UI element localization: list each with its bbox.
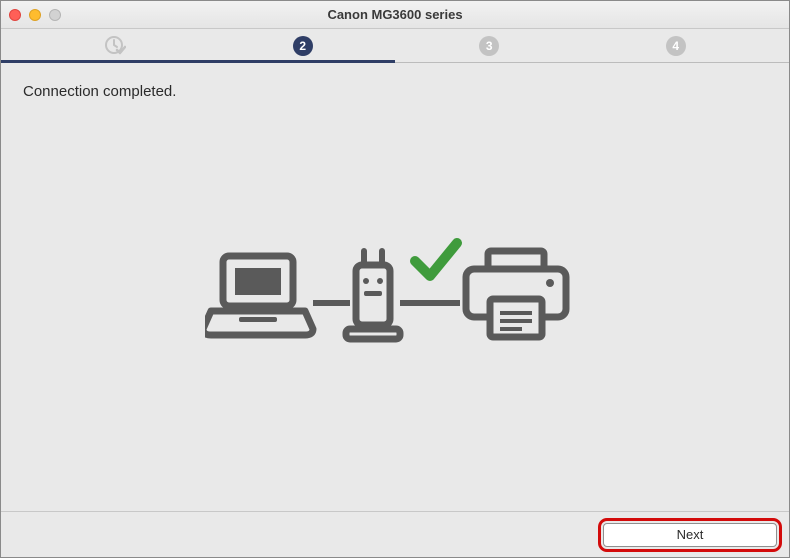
printer-icon <box>466 251 566 337</box>
window-title: Canon MG3600 series <box>1 7 789 22</box>
checkmark-icon <box>415 243 457 276</box>
step-2-current: 2 <box>293 36 313 56</box>
step-4-future: 4 <box>666 36 686 56</box>
next-button[interactable]: Next <box>603 523 777 547</box>
step-indicator: 2 3 4 <box>1 29 789 63</box>
installer-window: Canon MG3600 series 2 3 4 Connection com… <box>0 0 790 558</box>
status-text: Connection completed. <box>23 83 767 100</box>
maximize-icon <box>49 9 61 21</box>
window-controls <box>9 9 61 21</box>
step-4-label: 4 <box>672 39 679 53</box>
close-icon[interactable] <box>9 9 21 21</box>
titlebar: Canon MG3600 series <box>1 1 789 29</box>
laptop-icon <box>205 256 313 335</box>
step-3-label: 3 <box>486 39 493 53</box>
minimize-icon[interactable] <box>29 9 41 21</box>
connection-diagram <box>23 100 767 491</box>
diagram-svg <box>205 221 585 371</box>
clock-check-icon <box>104 35 126 57</box>
router-icon <box>346 251 400 339</box>
step-1-done <box>104 35 126 57</box>
footer: Next <box>1 511 789 557</box>
step-2-label: 2 <box>299 39 306 53</box>
content-area: Connection completed. <box>1 63 789 511</box>
step-3-future: 3 <box>479 36 499 56</box>
